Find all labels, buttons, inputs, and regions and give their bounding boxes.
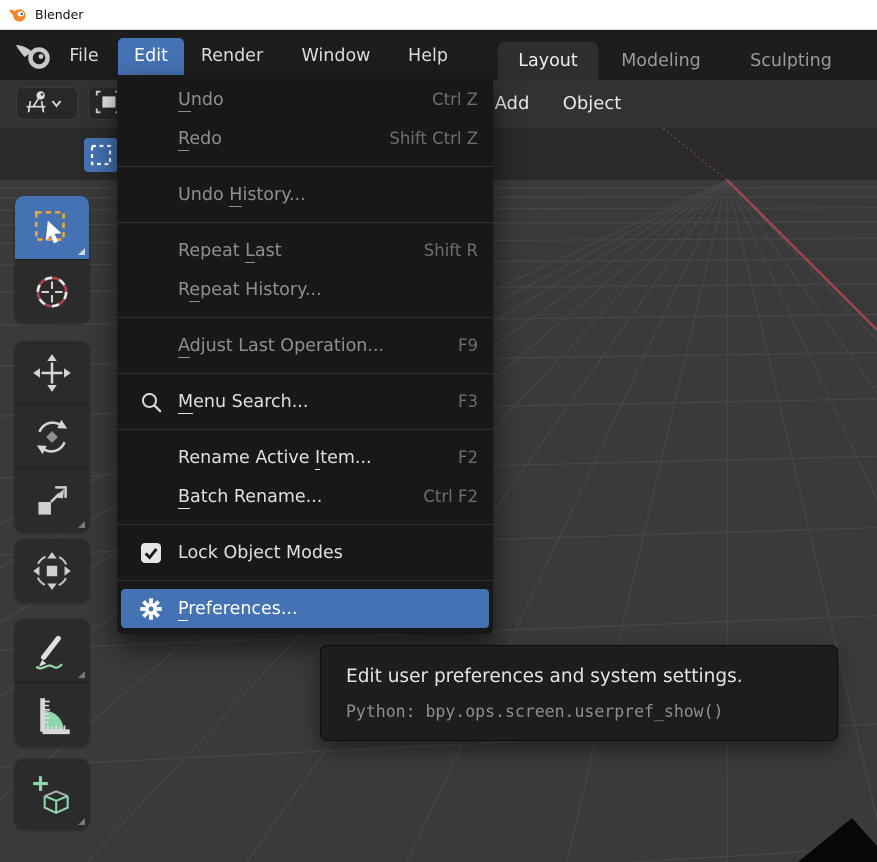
menu-item-icon-spacer [138,126,164,152]
annotate-tool-icon [29,628,75,674]
menu-item-icon-spacer [138,484,164,510]
menu-item-icon-spacer [138,182,164,208]
viewport-menu-object[interactable]: Object [552,80,632,128]
menu-help[interactable]: Help [400,38,456,75]
menu-item-adjust-last-operation[interactable]: Adjust Last Operation... F9 [117,326,493,365]
menu-item-repeat-history[interactable]: Repeat History... [117,270,493,309]
menu-item-lock-object-modes[interactable]: Lock Object Modes [117,533,493,572]
shortcut-label: F2 [438,448,478,467]
workspace-tab-layout[interactable]: Layout [498,42,598,80]
checkmark-icon [142,544,160,562]
tool-transform[interactable] [15,539,89,602]
menu-item-repeat-last[interactable]: Repeat Last Shift R [117,231,493,270]
blender-app-logo-icon[interactable] [14,38,54,76]
tool-cursor[interactable] [15,260,89,323]
shortcut-label: Ctrl F2 [403,487,478,506]
tool-add-cube[interactable] [15,759,89,829]
menu-render[interactable]: Render [192,38,272,75]
shortcut-label: F3 [438,392,478,411]
preferences-tooltip: Edit user preferences and system setting… [320,645,838,741]
menu-separator [117,166,493,167]
viewport-menu-add[interactable]: Add [490,80,534,128]
menu-separator [117,429,493,430]
lock-object-modes-checkbox[interactable] [141,543,161,563]
select-box-tool-icon [29,205,75,251]
tool-settings-select-box-icon[interactable] [84,138,118,172]
menu-item-icon-spacer [138,238,164,264]
menu-window[interactable]: Window [290,38,382,75]
cursor-tool-icon [29,269,75,315]
menu-item-icon-spacer [138,87,164,113]
shortcut-label: F9 [438,336,478,355]
menu-edit[interactable]: Edit [118,38,184,75]
menu-separator [117,373,493,374]
menu-item-preferences[interactable]: Preferences... [121,589,489,628]
tool-scale[interactable] [15,469,89,532]
measure-tool-icon [29,692,75,738]
tool-measure[interactable] [15,683,89,746]
gear-icon [138,596,164,622]
menu-item-batch-rename[interactable]: Batch Rename... Ctrl F2 [117,477,493,516]
menu-item-redo[interactable]: Redo Shift Ctrl Z [117,119,493,158]
workspace-tab-sculpting[interactable]: Sculpting [732,42,850,80]
tooltip-description: Edit user preferences and system setting… [346,666,812,687]
transform-tool-icon [29,548,75,594]
menu-item-undo-history[interactable]: Undo History... [117,175,493,214]
menu-item-undo[interactable]: Undo Ctrl Z [117,80,493,119]
move-tool-icon [29,350,75,396]
menu-separator [117,317,493,318]
menu-file[interactable]: File [62,38,106,75]
tool-shelf [15,196,89,829]
tool-rotate[interactable] [15,405,89,468]
active-tool-dropdown[interactable] [16,87,78,120]
menu-item-rename-active-item[interactable]: Rename Active Item... F2 [117,438,493,477]
blender-logo-icon [8,6,27,23]
menu-item-icon-spacer [138,445,164,471]
window-titlebar: Blender [0,0,877,30]
topbar: File Edit Render Window Help Layout Mode… [0,30,877,80]
tooltip-python-command: Python: bpy.ops.screen.userpref_show() [346,702,812,721]
scale-tool-icon [29,478,75,524]
workspace-tab-modeling[interactable]: Modeling [606,42,716,80]
menu-item-icon-spacer [138,277,164,303]
menu-separator [117,222,493,223]
menu-item-menu-search[interactable]: Menu Search... F3 [117,382,493,421]
menu-separator [117,524,493,525]
tweak-tool-icon [22,88,50,120]
menu-separator [117,580,493,581]
tool-annotate[interactable] [15,619,89,682]
shortcut-label: Shift R [404,241,478,260]
add-cube-tool-icon [29,771,75,817]
window-title: Blender [35,7,83,22]
rotate-tool-icon [29,414,75,460]
shortcut-label: Shift Ctrl Z [369,129,478,148]
chevron-down-icon [50,94,63,113]
search-icon [138,389,164,415]
shortcut-label: Ctrl Z [412,90,478,109]
tool-move[interactable] [15,341,89,404]
tool-select-box[interactable] [15,196,89,259]
menu-item-icon-spacer [138,333,164,359]
edit-dropdown-menu: Undo Ctrl Z Redo Shift Ctrl Z Undo Histo… [117,75,493,634]
